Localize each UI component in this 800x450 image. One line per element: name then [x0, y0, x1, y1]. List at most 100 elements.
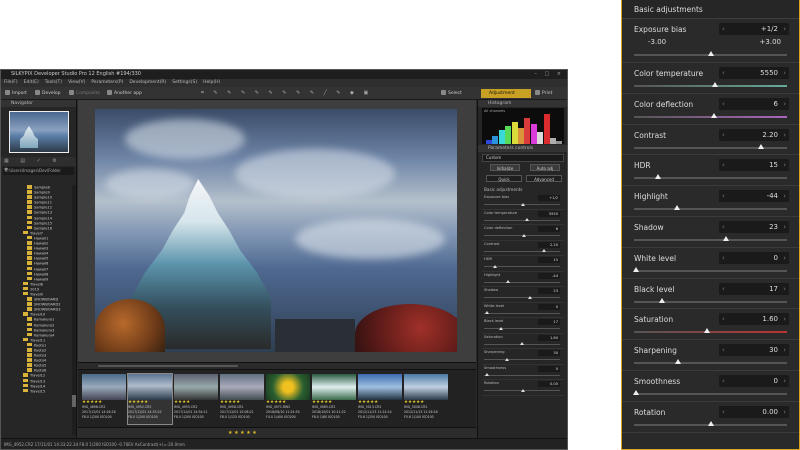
increment-icon[interactable]: ›: [783, 161, 786, 169]
adjustment-value[interactable]: 0.00: [538, 381, 560, 387]
slider-knob[interactable]: [632, 389, 639, 395]
slider-knob[interactable]: [757, 143, 764, 149]
decrement-icon[interactable]: ‹: [722, 223, 725, 231]
adjustment-value[interactable]: 30: [538, 350, 560, 356]
adjustment-value[interactable]: 0.00: [762, 408, 778, 416]
increment-icon[interactable]: ›: [783, 315, 786, 323]
decrement-icon[interactable]: ‹: [722, 192, 725, 200]
filmstrip-thumbnail[interactable]: ★★★★★ IMG_5013.CR2 2012/11/13 11:14:14 F5.6…: [358, 374, 402, 424]
value-stepper[interactable]: ‹ 1.60 ›: [719, 313, 789, 326]
value-stepper[interactable]: ‹ 6 ›: [719, 97, 789, 110]
slider-knob[interactable]: [675, 359, 682, 365]
filmstrip-thumbnail[interactable]: ★★★★ IMG_4955.CR2 2017/12/01 14:34:11 F8.0 …: [174, 374, 218, 424]
slider-track[interactable]: [484, 281, 560, 283]
slider-knob[interactable]: [712, 82, 719, 87]
filmstrip-thumbnail[interactable]: ★★★★★ IMG_4952.CR2 2017/12/01 14:33:22 F8.0…: [127, 373, 173, 425]
slider-knob[interactable]: [492, 264, 497, 268]
slider-knob[interactable]: [707, 420, 714, 426]
select-button[interactable]: Select: [441, 90, 462, 97]
value-stepper[interactable]: ‹ 0.00 ›: [719, 405, 789, 418]
slider-track[interactable]: [634, 269, 787, 272]
adjustment-value[interactable]: 0: [774, 377, 778, 385]
slider-knob[interactable]: [528, 295, 533, 299]
filmstrip-thumbnail[interactable]: ★★★★★ IMG_4971.RW2 2018/08/10 11:24:55 F4.0…: [266, 374, 310, 424]
print-button[interactable]: Print: [535, 90, 552, 97]
slider-knob[interactable]: [722, 235, 729, 241]
initialize-button[interactable]: Initialize: [490, 164, 520, 171]
adjustment-value[interactable]: 23: [769, 223, 778, 231]
increment-icon[interactable]: ›: [783, 192, 786, 200]
adjustment-value[interactable]: 15: [538, 257, 560, 263]
slider-knob[interactable]: [498, 326, 503, 330]
slider-track[interactable]: [484, 297, 560, 298]
exposure-slider-knob[interactable]: [707, 51, 714, 56]
slider-track[interactable]: [634, 392, 787, 395]
slider-track[interactable]: [484, 328, 560, 329]
window-controls[interactable]: – □ ×: [534, 70, 564, 79]
adjustment-value[interactable]: 15: [769, 161, 778, 169]
slider-track[interactable]: [484, 219, 560, 221]
increment-icon[interactable]: ›: [783, 346, 786, 354]
filmstrip-thumbnail[interactable]: ★★★★★ IMG_4958.CR2 2017/12/01 15:08:21 F8.0…: [220, 374, 264, 424]
value-stepper[interactable]: ‹ 23 ›: [719, 220, 789, 233]
slider-knob[interactable]: [485, 311, 490, 314]
adjustment-value[interactable]: +1/2: [538, 195, 560, 201]
adjustment-value[interactable]: 2.20: [538, 241, 560, 248]
decrement-icon[interactable]: ‹: [722, 69, 725, 77]
value-stepper[interactable]: ‹ 30 ›: [719, 344, 789, 357]
develop-button[interactable]: Develop: [35, 90, 61, 97]
adjustment-value[interactable]: 30: [769, 346, 778, 354]
filmstrip-thumbnail[interactable]: ★★★★★ IMG_4985.CR2 2018/10/01 10:11:22 F8.0…: [312, 374, 356, 424]
slider-knob[interactable]: [704, 328, 711, 334]
adjustment-value[interactable]: 17: [769, 285, 778, 293]
edit-tools-icons[interactable]: ⌗ ✎ ✎ ✎ ✎ ✎ ✎ ✎ ✎ ╱ ✎ ◆ ▣: [201, 90, 372, 96]
adjustment-value[interactable]: 0: [774, 254, 778, 262]
tree-scrollbar[interactable]: [72, 185, 76, 435]
decrement-icon[interactable]: ‹: [722, 346, 725, 354]
decrement-icon[interactable]: ‹: [722, 285, 725, 293]
increment-icon[interactable]: ›: [783, 100, 786, 108]
slider-track[interactable]: [634, 362, 787, 365]
slider-track[interactable]: [484, 359, 560, 360]
exposure-bias-value[interactable]: +1/2: [761, 25, 778, 33]
adjustment-value[interactable]: 5550: [538, 210, 560, 217]
decrement-icon[interactable]: ‹: [722, 315, 725, 323]
import-button[interactable]: Import: [5, 90, 27, 97]
adjustment-value[interactable]: 6: [538, 226, 560, 232]
increment-icon[interactable]: ›: [783, 377, 786, 385]
slider-knob[interactable]: [519, 342, 524, 345]
adjustment-value[interactable]: 23: [538, 288, 560, 294]
menu-item[interactable]: Help(H): [203, 80, 220, 85]
another-app-button[interactable]: Another app: [107, 90, 142, 97]
slider-track[interactable]: [634, 85, 787, 87]
decrement-icon[interactable]: ‹: [722, 377, 725, 385]
menu-item[interactable]: Settings(S): [172, 80, 197, 85]
auto-adj-button[interactable]: Auto adj: [530, 164, 560, 171]
slider-knob[interactable]: [506, 280, 511, 283]
decrement-icon[interactable]: ‹: [722, 254, 725, 262]
menu-item[interactable]: Tools(T): [45, 80, 62, 85]
value-stepper[interactable]: ‹ 0 ›: [719, 374, 789, 387]
adjustment-value[interactable]: 2.20: [762, 131, 778, 139]
slider-track[interactable]: [484, 374, 560, 376]
value-stepper[interactable]: ‹ 15 ›: [719, 159, 789, 172]
decrement-icon[interactable]: ‹: [722, 100, 725, 108]
value-stepper[interactable]: ‹ -44 ›: [719, 190, 789, 203]
main-photo[interactable]: [95, 109, 457, 352]
slider-track[interactable]: [634, 146, 787, 149]
slider-track[interactable]: [634, 208, 787, 211]
adjustment-value[interactable]: 5550: [760, 69, 778, 77]
increment-icon[interactable]: ›: [783, 131, 786, 139]
folder-tool-icons[interactable]: ▦ ▤ ✓ ⚙ ✱: [1, 157, 76, 173]
adjustment-value[interactable]: 1.60: [762, 315, 778, 323]
navigator-thumbnail[interactable]: [9, 111, 69, 153]
slider-track[interactable]: [634, 300, 787, 303]
slider-knob[interactable]: [655, 174, 662, 180]
increment-icon[interactable]: ›: [783, 25, 786, 33]
adjustment-value[interactable]: 17: [538, 319, 560, 325]
slider-track[interactable]: [484, 312, 560, 314]
decrement-icon[interactable]: ‹: [722, 131, 725, 139]
adjustment-button[interactable]: Adjustment: [481, 89, 531, 98]
slider-track[interactable]: [634, 238, 787, 241]
viewer-scrollbar[interactable]: [78, 362, 476, 369]
